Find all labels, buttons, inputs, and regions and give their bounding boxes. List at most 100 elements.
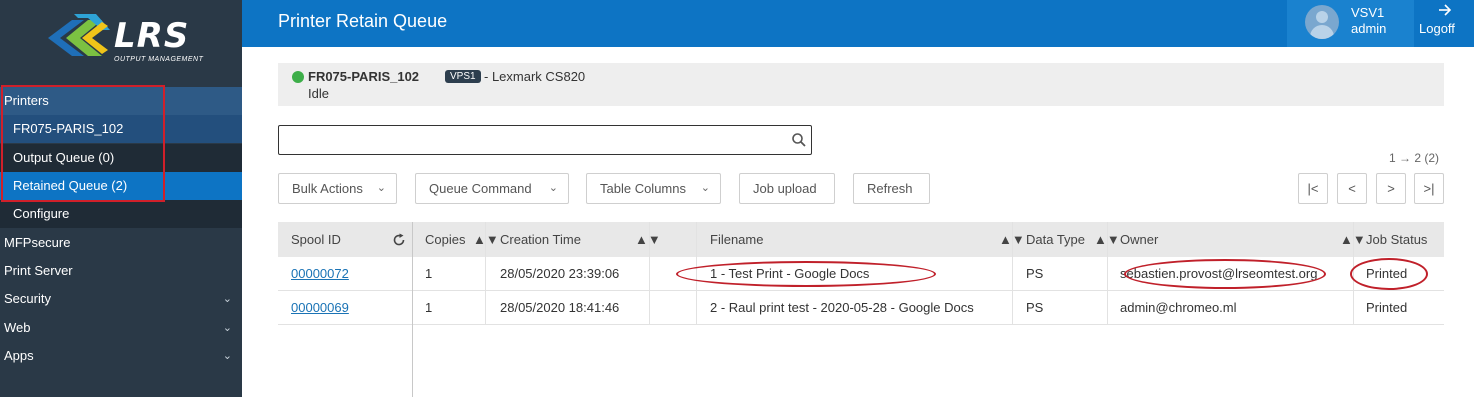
logo-subtitle: OUTPUT MANAGEMENT: [114, 56, 204, 63]
sidebar-item-apps[interactable]: Apps ⌄: [0, 342, 242, 370]
column-header-job-status[interactable]: Job Status: [1366, 222, 1427, 257]
frozen-column-divider: [412, 222, 413, 397]
data-type-cell: PS: [1026, 266, 1044, 281]
table-header: Spool ID Copies ▲▼ Creation Time ▲▼ File…: [278, 222, 1444, 257]
status-cell: Printed: [1366, 300, 1408, 315]
status-dot: [292, 71, 304, 83]
column-header-spool-id[interactable]: Spool ID: [291, 222, 341, 257]
sidebar-item-print-server[interactable]: Print Server: [0, 257, 242, 285]
logoff-label: Logoff: [1419, 21, 1455, 36]
filename-cell: 2 - Raul print test - 2020-05-28 - Googl…: [710, 300, 974, 315]
sidebar-item-mfpsecure[interactable]: MFPsecure: [0, 229, 242, 257]
printer-state: Idle: [308, 86, 329, 101]
spool-id-link[interactable]: 00000069: [291, 300, 349, 315]
prev-page-icon: <: [1348, 181, 1356, 196]
sort-icon[interactable]: ▲▼: [635, 222, 661, 257]
column-header-filename[interactable]: Filename: [710, 222, 763, 257]
sidebar-item-label: Printers: [4, 93, 49, 108]
last-page-button[interactable]: >|: [1414, 173, 1444, 204]
creation-time-cell: 28/05/2020 18:41:46: [500, 300, 620, 315]
search-input[interactable]: [285, 131, 775, 149]
logo-chevron-icon: [48, 14, 110, 56]
pagination-info: 1 → 2 (2): [1389, 151, 1440, 165]
column-header-data-type[interactable]: Data Type: [1026, 222, 1085, 257]
first-page-button[interactable]: |<: [1298, 173, 1328, 204]
sidebar-item-output-queue[interactable]: Output Queue (0): [0, 144, 242, 172]
chevron-down-icon: ⌄: [222, 350, 232, 362]
sidebar-item-label: Web: [4, 320, 31, 335]
column-divider: [649, 222, 650, 324]
sidebar-item-web[interactable]: Web ⌄: [0, 314, 242, 342]
user-menu[interactable]: VSV1 admin: [1287, 0, 1414, 47]
avatar: [1305, 5, 1339, 39]
next-page-button[interactable]: >: [1376, 173, 1406, 204]
sidebar: LRS OUTPUT MANAGEMENT Printers FR075-PAR…: [0, 0, 242, 397]
sidebar-item-security[interactable]: Security ⌄: [0, 285, 242, 313]
printer-name: FR075-PARIS_102: [308, 69, 420, 84]
last-page-icon: >|: [1423, 181, 1435, 196]
printer-model: - Lexmark CS820: [484, 69, 586, 84]
column-divider: [1353, 222, 1354, 324]
lrs-logo[interactable]: LRS OUTPUT MANAGEMENT: [44, 12, 204, 68]
jobs-table: Spool ID Copies ▲▼ Creation Time ▲▼ File…: [278, 222, 1444, 397]
chevron-down-icon: ⌄: [548, 182, 558, 194]
column-divider: [485, 222, 486, 324]
printer-info-card: FR075-PARIS_102 VPS1 - Lexmark CS820 Idl…: [278, 63, 1444, 106]
column-divider: [1012, 222, 1013, 324]
next-page-icon: >: [1387, 181, 1395, 196]
logo-text: LRS: [114, 16, 190, 56]
user-name: VSV1: [1351, 5, 1385, 20]
header-bar: Printer Retain Queue VSV1 admin Logoff: [242, 0, 1474, 47]
status-cell: Printed: [1366, 266, 1408, 281]
column-divider: [1107, 222, 1108, 324]
creation-time-cell: 28/05/2020 23:39:06: [500, 266, 620, 281]
refresh-label: Refresh: [867, 181, 913, 196]
user-role: admin: [1351, 21, 1387, 36]
sidebar-item-label: Configure: [13, 206, 70, 221]
column-header-creation-time[interactable]: Creation Time: [500, 222, 581, 257]
bulk-actions-dropdown[interactable]: Bulk Actions ⌄: [278, 173, 397, 204]
refresh-button[interactable]: Refresh: [853, 173, 930, 204]
sidebar-item-printer-name[interactable]: FR075-PARIS_102: [0, 115, 242, 143]
chevron-down-icon: ⌄: [700, 182, 710, 194]
search-box: [278, 125, 812, 155]
chevron-down-icon: ⌄: [222, 293, 232, 305]
column-header-owner[interactable]: Owner: [1120, 222, 1158, 257]
table-row[interactable]: 00000072 1 28/05/2020 23:39:06 1 - Test …: [278, 257, 1444, 291]
reset-icon[interactable]: [392, 233, 406, 247]
logoff-button[interactable]: Logoff: [1415, 0, 1474, 47]
filename-cell: 1 - Test Print - Google Docs: [710, 266, 870, 281]
table-row[interactable]: 00000069 1 28/05/2020 18:41:46 2 - Raul …: [278, 291, 1444, 325]
prev-page-button[interactable]: <: [1337, 173, 1367, 204]
owner-cell: sebastien.provost@lrseomtest.org: [1120, 266, 1318, 281]
job-upload-label: Job upload: [753, 181, 817, 196]
job-upload-button[interactable]: Job upload: [739, 173, 835, 204]
sidebar-item-label: Output Queue (0): [13, 150, 115, 165]
table-columns-dropdown[interactable]: Table Columns ⌄: [586, 173, 721, 204]
bulk-actions-label: Bulk Actions: [292, 181, 363, 196]
arrow-right-icon: [1439, 4, 1452, 16]
page-title: Printer Retain Queue: [278, 11, 448, 31]
column-header-copies[interactable]: Copies: [425, 222, 465, 257]
search-icon[interactable]: [791, 132, 807, 148]
sidebar-item-label: Apps: [4, 348, 34, 363]
sidebar-item-retained-queue[interactable]: Retained Queue (2): [0, 172, 242, 200]
copies-cell: 1: [425, 300, 433, 315]
queue-command-dropdown[interactable]: Queue Command ⌄: [415, 173, 569, 204]
first-page-icon: |<: [1307, 181, 1319, 196]
sidebar-item-label: MFPsecure: [4, 235, 71, 250]
sidebar-item-configure[interactable]: Configure: [0, 200, 242, 228]
table-columns-label: Table Columns: [600, 181, 686, 196]
data-type-cell: PS: [1026, 300, 1044, 315]
column-divider: [696, 222, 697, 324]
sidebar-item-printers[interactable]: Printers: [0, 87, 242, 115]
owner-cell: admin@chromeo.ml: [1120, 300, 1237, 315]
sidebar-item-label: FR075-PARIS_102: [13, 121, 124, 136]
server-badge: VPS1: [445, 70, 481, 83]
spool-id-link[interactable]: 00000072: [291, 266, 349, 281]
copies-cell: 1: [425, 266, 433, 281]
sidebar-item-label: Retained Queue (2): [13, 178, 128, 193]
chevron-down-icon: ⌄: [376, 182, 386, 194]
sidebar-item-label: Print Server: [4, 263, 73, 278]
sidebar-item-label: Security: [4, 291, 51, 306]
